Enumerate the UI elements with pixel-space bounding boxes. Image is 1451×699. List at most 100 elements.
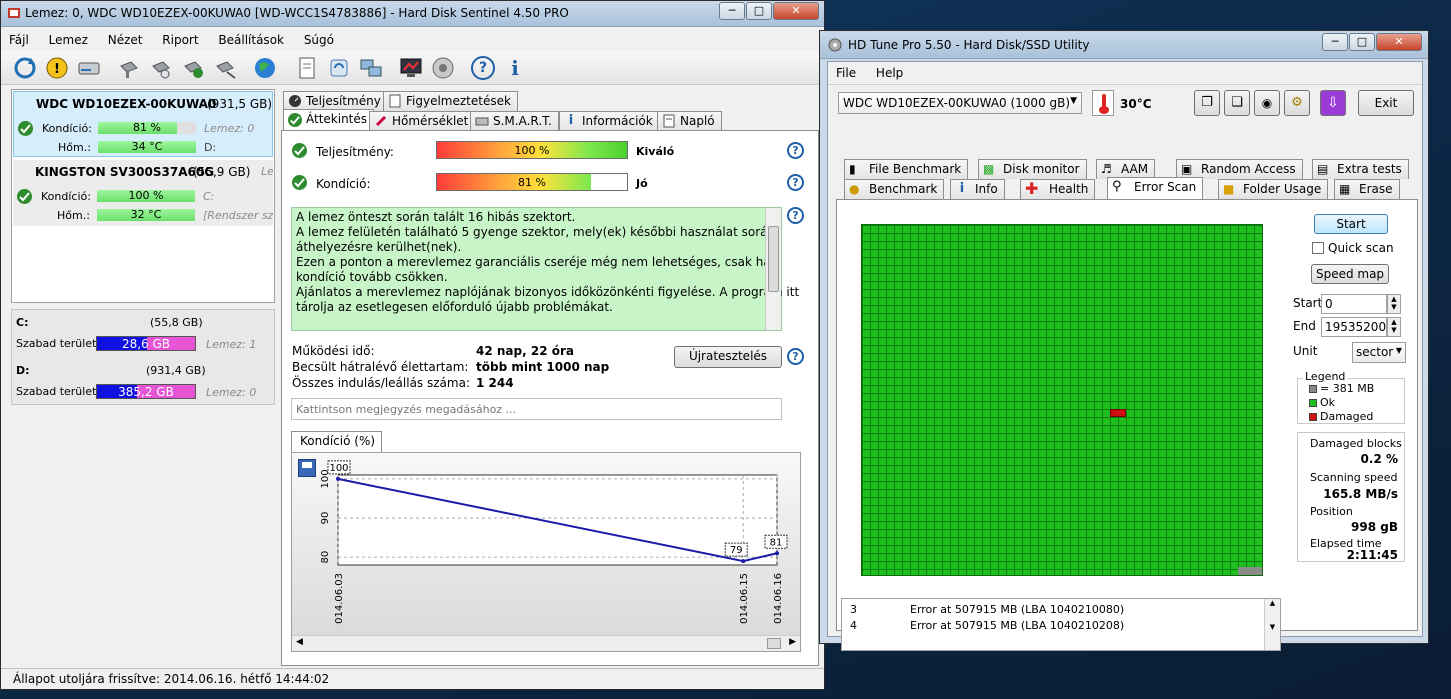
- refresh-icon[interactable]: [13, 56, 37, 80]
- tab-disk-monitor[interactable]: ▩ Disk monitor: [978, 159, 1087, 179]
- close-button[interactable]: ✕: [773, 2, 819, 20]
- unit-select[interactable]: sector ▼: [1352, 342, 1406, 363]
- trash-icon: ▦: [1339, 182, 1351, 196]
- help-icon[interactable]: ?: [787, 348, 804, 365]
- copy-icon[interactable]: ❐: [1194, 90, 1220, 116]
- tab-file-benchmark[interactable]: ▮ File Benchmark: [844, 159, 969, 179]
- drive-select-value: WDC WD10EZEX-00KUWA0 (1000 gB): [843, 96, 1071, 110]
- disk-1-condition-note: C:: [203, 190, 215, 203]
- help-icon[interactable]: ?: [787, 207, 804, 224]
- hds-app-icon: [8, 8, 20, 18]
- elapsed-time-value: 2:11:45: [1346, 548, 1398, 562]
- hds-titlebar[interactable]: Lemez: 0, WDC WD10EZEX-00KUWA0 [WD-WCC1S…: [1, 1, 824, 27]
- check-icon[interactable]: [181, 56, 205, 80]
- start-lba-input[interactable]: 0: [1321, 294, 1387, 314]
- tab-erase[interactable]: ▦ Erase: [1334, 179, 1400, 199]
- network-icon[interactable]: [359, 56, 383, 80]
- chart-scrollbar[interactable]: ◀ ▶: [292, 635, 800, 651]
- wrench-icon[interactable]: [213, 56, 237, 80]
- maximize-button[interactable]: □: [746, 2, 772, 20]
- tab-aam[interactable]: ♬ AAM: [1096, 159, 1156, 179]
- tab-information[interactable]: i Információk: [559, 111, 660, 131]
- message-line: A lemez önteszt során talált 16 hibás sz…: [296, 210, 576, 224]
- message-scrollbar[interactable]: [765, 208, 781, 330]
- health-rating: Jó: [636, 177, 648, 190]
- tab-smart[interactable]: S.M.A.R.T.: [470, 111, 559, 131]
- volume-c-size: (55,8 GB): [150, 316, 203, 329]
- y-tick-label: 90: [320, 512, 331, 525]
- info-icon[interactable]: i: [503, 56, 527, 80]
- menu-view[interactable]: Nézet: [100, 29, 151, 51]
- tab-random-access[interactable]: ▣ Random Access: [1176, 159, 1303, 179]
- quick-scan-checkbox[interactable]: [1312, 242, 1324, 254]
- chevron-down-icon: ▼: [1070, 96, 1077, 106]
- minimize-button[interactable]: ─: [719, 2, 745, 20]
- menu-file[interactable]: Fájl: [1, 29, 37, 51]
- sync-icon[interactable]: [327, 56, 351, 80]
- menu-help[interactable]: Help: [868, 62, 911, 84]
- message-line: tárolja az esetlegesen előforduló újabb …: [296, 300, 613, 314]
- tab-health[interactable]: ✚ Health: [1020, 179, 1096, 199]
- help-icon[interactable]: ?: [787, 174, 804, 191]
- menu-settings[interactable]: Beállítások: [210, 29, 292, 51]
- tab-log[interactable]: Napló: [657, 111, 722, 131]
- tab-temperature[interactable]: Hőmérséklet: [369, 111, 476, 131]
- tab-benchmark[interactable]: ● Benchmark: [844, 179, 945, 199]
- volume-item-d[interactable]: D: (931,4 GB) Szabad terület 385,2 GB Le…: [12, 358, 274, 404]
- tool-icon[interactable]: [117, 56, 141, 80]
- disk-icon[interactable]: [77, 56, 101, 80]
- note-input[interactable]: [291, 398, 782, 420]
- status-bar: Állapot utoljára frissítve: 2014.06.16. …: [1, 668, 824, 689]
- menu-help[interactable]: Súgó: [296, 29, 342, 51]
- download-icon[interactable]: ⇩: [1320, 90, 1346, 116]
- tab-performance[interactable]: Teljesítmény: [283, 91, 388, 111]
- help-icon[interactable]: ?: [787, 142, 804, 159]
- disk-0-temp-note: D:: [204, 141, 217, 154]
- tab-condition-chart[interactable]: Kondíció (%): [291, 431, 383, 453]
- tab-folder-usage[interactable]: ■ Folder Usage: [1218, 179, 1329, 199]
- copy-all-icon[interactable]: ❏: [1224, 90, 1250, 116]
- legend-ok: Ok: [1309, 396, 1335, 409]
- test-icon[interactable]: [149, 56, 173, 80]
- menu-report[interactable]: Riport: [154, 29, 206, 51]
- ok-icon: [18, 121, 33, 136]
- disk-item-0[interactable]: WDC WD10EZEX-00KUWA0 (931,5 GB) Kondíció…: [13, 91, 273, 157]
- start-button[interactable]: Start: [1314, 214, 1388, 234]
- drive-select[interactable]: WDC WD10EZEX-00KUWA0 (1000 gB) ▼: [838, 92, 1082, 114]
- minimize-button[interactable]: ─: [1322, 33, 1348, 51]
- monitor-icon[interactable]: [399, 56, 423, 80]
- globe-icon[interactable]: [253, 56, 277, 80]
- tab-info[interactable]: i Info: [950, 179, 1005, 199]
- disk-item-1[interactable]: KINGSTON SV300S37A60G (55,9 GB) Lemez Ko…: [13, 160, 273, 226]
- retest-button[interactable]: Újratesztelés: [674, 346, 782, 368]
- hdt-titlebar[interactable]: HD Tune Pro 5.50 - Hard Disk/SSD Utility…: [820, 31, 1428, 59]
- log-scrollbar[interactable]: ▲ ▼: [1264, 599, 1280, 650]
- end-lba-input[interactable]: 1953520064: [1321, 317, 1387, 337]
- exit-button[interactable]: Exit: [1358, 90, 1414, 116]
- disk-1-temp-label: Hőm.:: [57, 209, 90, 222]
- quick-scan-label: Quick scan: [1328, 241, 1394, 255]
- speaker-icon[interactable]: [431, 56, 455, 80]
- close-button[interactable]: ✕: [1376, 33, 1422, 51]
- message-line: kondíció tovább csökken.: [296, 270, 448, 284]
- help-icon[interactable]: ?: [471, 56, 495, 80]
- volume-c-name: C:: [16, 316, 29, 329]
- tab-warnings[interactable]: Figyelmeztetések: [383, 91, 518, 111]
- message-line: Ajánlatos a merevlemez naplójának bizony…: [296, 285, 800, 299]
- tab-extra-tests[interactable]: ▤ Extra tests: [1312, 159, 1409, 179]
- tab-error-scan[interactable]: ⚲ Error Scan: [1107, 177, 1204, 199]
- disk-1-temp-bar: 32 °C: [97, 208, 195, 221]
- warning-icon[interactable]: !: [45, 56, 69, 80]
- document-icon[interactable]: [295, 56, 319, 80]
- maximize-button[interactable]: □: [1349, 33, 1375, 51]
- end-lba-stepper[interactable]: ▲ ▼: [1387, 317, 1401, 337]
- tab-information-label: Információk: [582, 114, 653, 128]
- options-icon[interactable]: ⚙: [1284, 90, 1310, 116]
- tab-overview[interactable]: Áttekintés: [283, 109, 375, 131]
- start-lba-stepper[interactable]: ▲ ▼: [1387, 294, 1401, 314]
- menu-file[interactable]: File: [828, 62, 864, 84]
- volume-item-c[interactable]: C: (55,8 GB) Szabad terület 28,6 GB Leme…: [12, 310, 274, 356]
- menu-disk[interactable]: Lemez: [41, 29, 96, 51]
- speed-map-button[interactable]: Speed map: [1311, 264, 1389, 284]
- camera-icon[interactable]: ◉: [1254, 90, 1280, 116]
